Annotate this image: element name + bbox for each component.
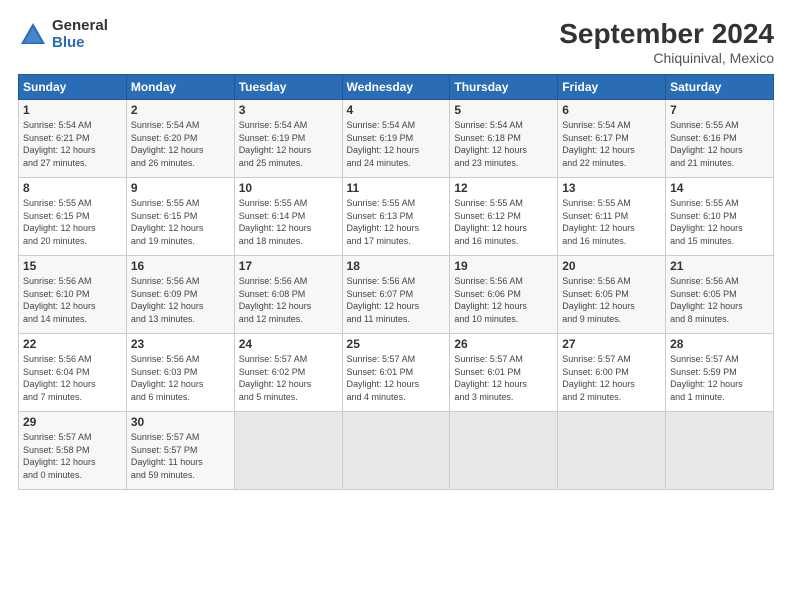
calendar-cell-w0-4: 5Sunrise: 5:54 AMSunset: 6:18 PMDaylight…	[450, 100, 558, 178]
calendar-cell-w0-2: 3Sunrise: 5:54 AMSunset: 6:19 PMDaylight…	[234, 100, 342, 178]
calendar-cell-w4-5	[558, 412, 666, 490]
logo-general: General	[52, 18, 108, 35]
calendar-cell-w1-2: 10Sunrise: 5:55 AMSunset: 6:14 PMDayligh…	[234, 178, 342, 256]
calendar-cell-w4-2	[234, 412, 342, 490]
th-thursday: Thursday	[450, 75, 558, 100]
calendar-cell-w2-6: 21Sunrise: 5:56 AMSunset: 6:05 PMDayligh…	[666, 256, 774, 334]
calendar-cell-w3-6: 28Sunrise: 5:57 AMSunset: 5:59 PMDayligh…	[666, 334, 774, 412]
th-wednesday: Wednesday	[342, 75, 450, 100]
calendar-table: Sunday Monday Tuesday Wednesday Thursday…	[18, 74, 774, 490]
th-monday: Monday	[126, 75, 234, 100]
page: General Blue September 2024 Chiquinival,…	[0, 0, 792, 612]
calendar-cell-w3-2: 24Sunrise: 5:57 AMSunset: 6:02 PMDayligh…	[234, 334, 342, 412]
calendar-cell-w2-5: 20Sunrise: 5:56 AMSunset: 6:05 PMDayligh…	[558, 256, 666, 334]
th-sunday: Sunday	[19, 75, 127, 100]
logo-icon	[18, 20, 48, 50]
calendar-cell-w3-1: 23Sunrise: 5:56 AMSunset: 6:03 PMDayligh…	[126, 334, 234, 412]
calendar-cell-w3-0: 22Sunrise: 5:56 AMSunset: 6:04 PMDayligh…	[19, 334, 127, 412]
calendar-subtitle: Chiquinival, Mexico	[559, 50, 774, 66]
calendar-cell-w2-1: 16Sunrise: 5:56 AMSunset: 6:09 PMDayligh…	[126, 256, 234, 334]
logo-text: General Blue	[52, 18, 108, 51]
th-saturday: Saturday	[666, 75, 774, 100]
th-friday: Friday	[558, 75, 666, 100]
calendar-cell-1: 1Sunrise: 5:54 AMSunset: 6:21 PMDaylight…	[19, 100, 127, 178]
logo-blue: Blue	[52, 35, 108, 52]
header: General Blue September 2024 Chiquinival,…	[18, 18, 774, 66]
title-block: September 2024 Chiquinival, Mexico	[559, 18, 774, 66]
calendar-cell-w4-4	[450, 412, 558, 490]
calendar-cell-w0-1: 2Sunrise: 5:54 AMSunset: 6:20 PMDaylight…	[126, 100, 234, 178]
calendar-cell-w4-0: 29Sunrise: 5:57 AMSunset: 5:58 PMDayligh…	[19, 412, 127, 490]
calendar-cell-w1-5: 13Sunrise: 5:55 AMSunset: 6:11 PMDayligh…	[558, 178, 666, 256]
header-row: Sunday Monday Tuesday Wednesday Thursday…	[19, 75, 774, 100]
calendar-cell-w3-3: 25Sunrise: 5:57 AMSunset: 6:01 PMDayligh…	[342, 334, 450, 412]
calendar-cell-w4-6	[666, 412, 774, 490]
calendar-cell-w0-5: 6Sunrise: 5:54 AMSunset: 6:17 PMDaylight…	[558, 100, 666, 178]
calendar-cell-w1-4: 12Sunrise: 5:55 AMSunset: 6:12 PMDayligh…	[450, 178, 558, 256]
calendar-cell-w4-3	[342, 412, 450, 490]
calendar-cell-w2-2: 17Sunrise: 5:56 AMSunset: 6:08 PMDayligh…	[234, 256, 342, 334]
th-tuesday: Tuesday	[234, 75, 342, 100]
calendar-cell-w4-1: 30Sunrise: 5:57 AMSunset: 5:57 PMDayligh…	[126, 412, 234, 490]
calendar-cell-w0-6: 7Sunrise: 5:55 AMSunset: 6:16 PMDaylight…	[666, 100, 774, 178]
calendar-cell-w1-3: 11Sunrise: 5:55 AMSunset: 6:13 PMDayligh…	[342, 178, 450, 256]
calendar-cell-w2-4: 19Sunrise: 5:56 AMSunset: 6:06 PMDayligh…	[450, 256, 558, 334]
calendar-cell-w3-4: 26Sunrise: 5:57 AMSunset: 6:01 PMDayligh…	[450, 334, 558, 412]
calendar-cell-w3-5: 27Sunrise: 5:57 AMSunset: 6:00 PMDayligh…	[558, 334, 666, 412]
calendar-cell-w2-3: 18Sunrise: 5:56 AMSunset: 6:07 PMDayligh…	[342, 256, 450, 334]
calendar-cell-w0-3: 4Sunrise: 5:54 AMSunset: 6:19 PMDaylight…	[342, 100, 450, 178]
calendar-cell-w1-1: 9Sunrise: 5:55 AMSunset: 6:15 PMDaylight…	[126, 178, 234, 256]
calendar-cell-w2-0: 15Sunrise: 5:56 AMSunset: 6:10 PMDayligh…	[19, 256, 127, 334]
logo: General Blue	[18, 18, 108, 51]
calendar-cell-w1-6: 14Sunrise: 5:55 AMSunset: 6:10 PMDayligh…	[666, 178, 774, 256]
calendar-cell-w1-0: 8Sunrise: 5:55 AMSunset: 6:15 PMDaylight…	[19, 178, 127, 256]
calendar-title: September 2024	[559, 18, 774, 50]
